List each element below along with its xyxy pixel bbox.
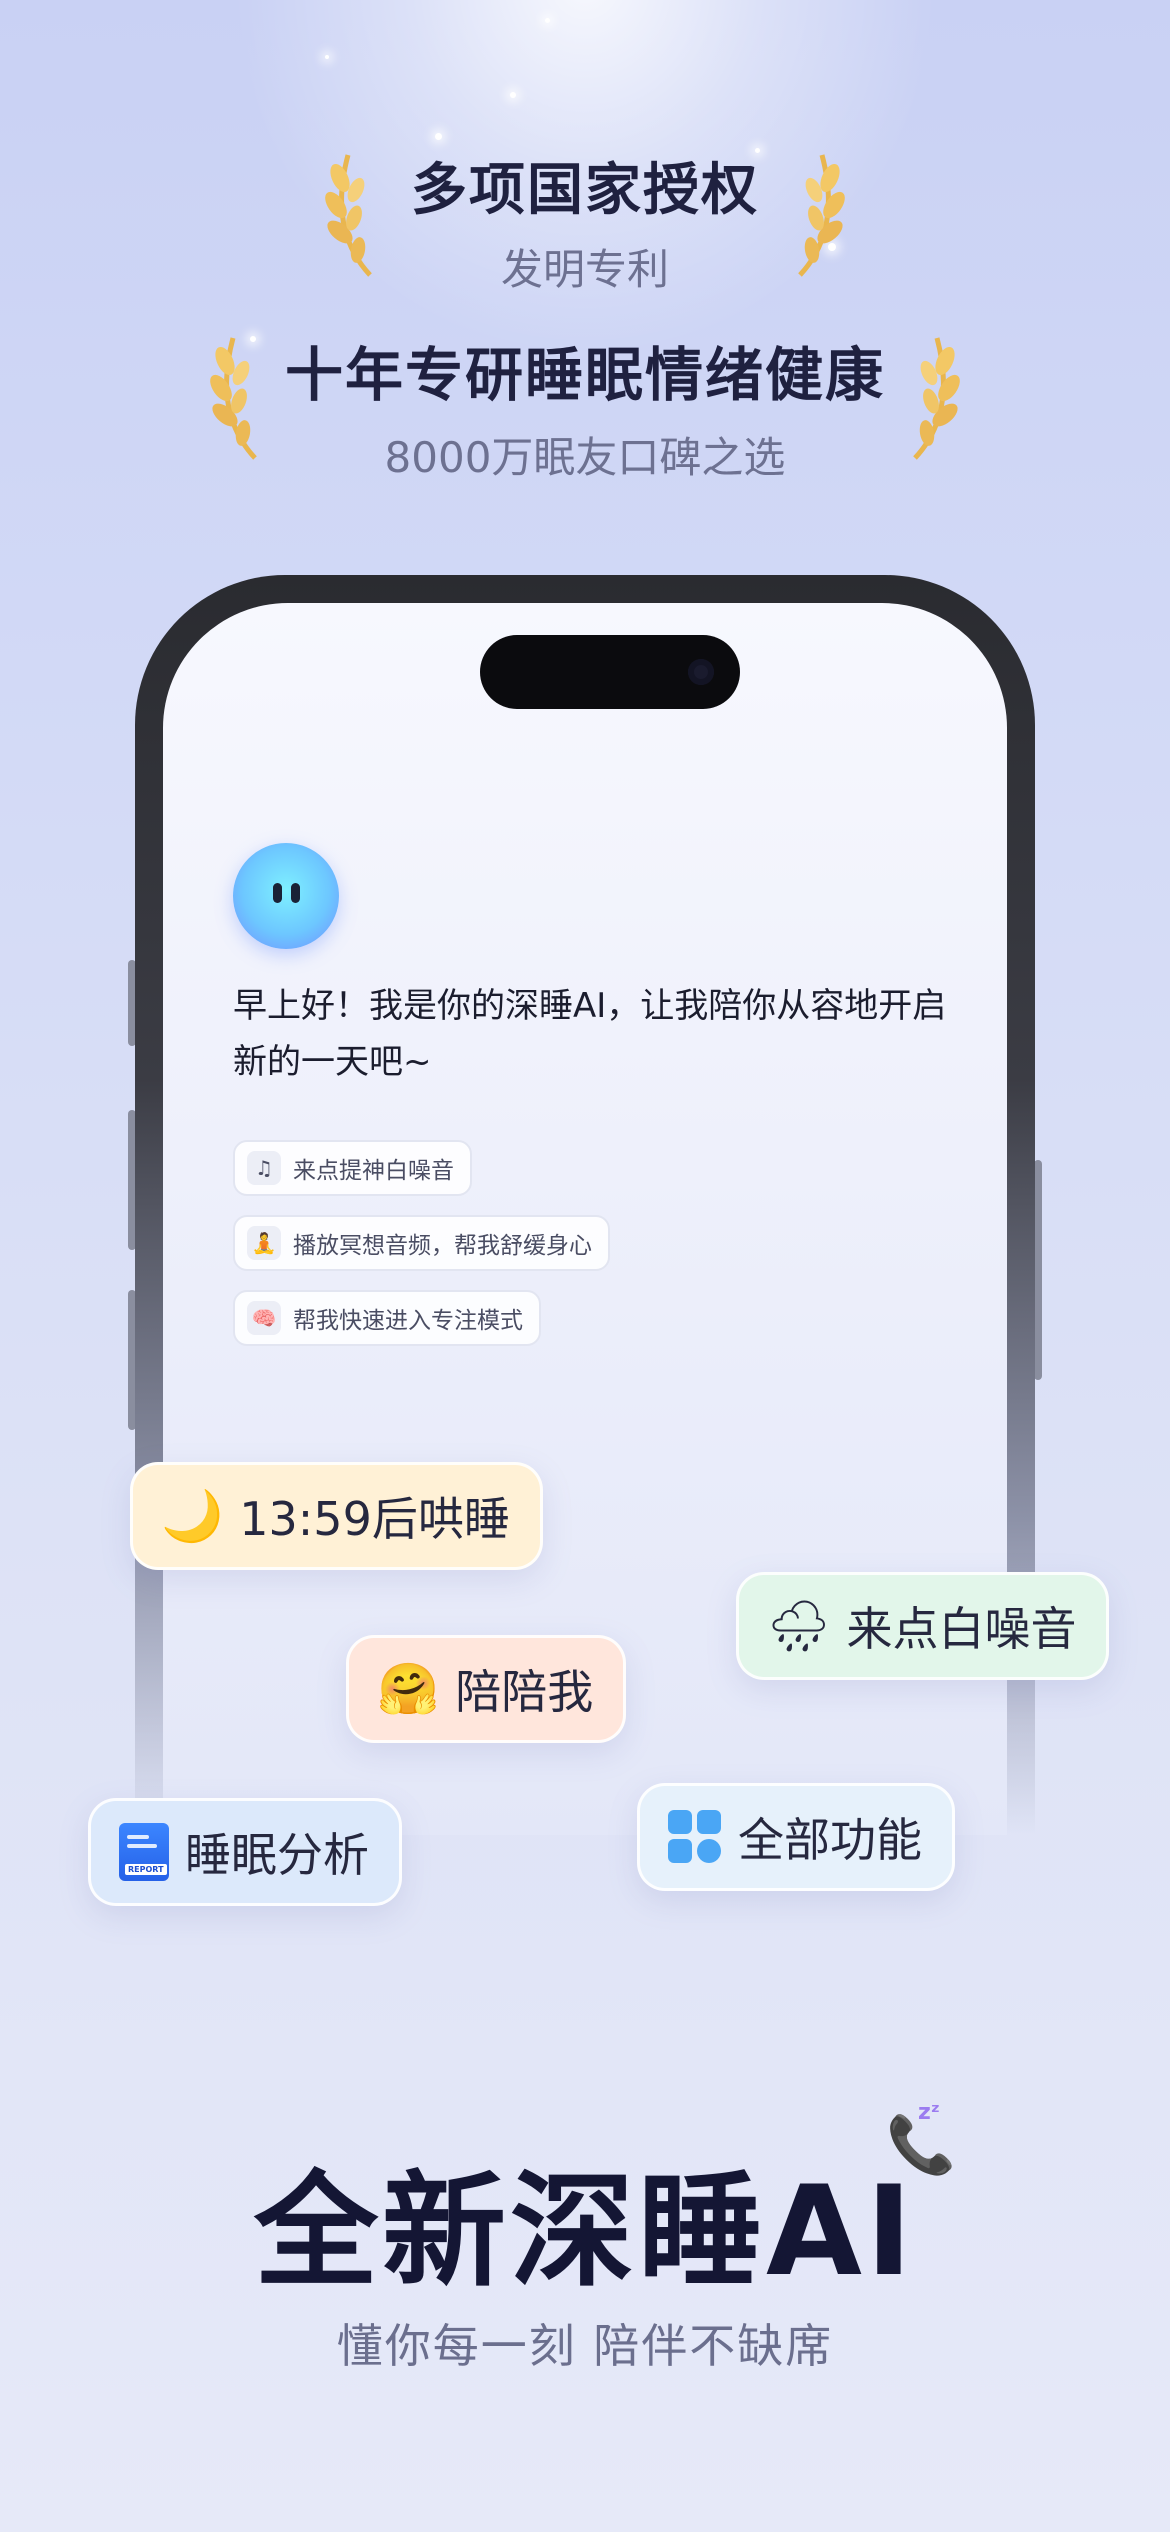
pill-label: 陪陪我 xyxy=(455,1665,594,1719)
sparkle xyxy=(325,55,329,59)
companion-pill[interactable]: 🤗 陪陪我 xyxy=(346,1635,627,1743)
sleep-analysis-pill[interactable]: REPORT 睡眠分析 xyxy=(88,1798,402,1906)
suggestion-label: 播放冥想音频，帮我舒缓身心 xyxy=(293,1233,592,1259)
white-noise-pill[interactable]: 🌧 来点白噪音 xyxy=(736,1572,1110,1680)
suggestion-chip-meditation[interactable]: 🧘 播放冥想音频，帮我舒缓身心 xyxy=(233,1215,610,1271)
avatar-eye xyxy=(291,883,300,903)
pill-label: 来点白噪音 xyxy=(846,1602,1077,1656)
all-features-pill[interactable]: 全部功能 xyxy=(637,1783,955,1891)
brain-icon: 🧠 xyxy=(247,1301,281,1335)
pill-label: 13:59后哄睡 xyxy=(239,1492,510,1546)
sleep-z-badge: zᶻ xyxy=(918,2100,940,2125)
rain-cloud-icon: 🌧 xyxy=(767,1597,831,1655)
pill-label: 睡眠分析 xyxy=(185,1828,369,1882)
report-icon: REPORT xyxy=(119,1823,169,1881)
hugging-face-icon: 🤗 xyxy=(377,1660,440,1718)
sparkle xyxy=(545,18,550,23)
award-subtitle: 8000万眠友口碑之选 xyxy=(384,433,786,482)
award-patent: 多项国家授权 发明专利 xyxy=(0,145,1170,297)
pill-label: 全部功能 xyxy=(738,1813,922,1867)
avatar-eye xyxy=(273,883,282,903)
sparkle xyxy=(435,133,442,140)
suggestion-chip-white-noise[interactable]: ♫ 来点提神白噪音 xyxy=(233,1140,472,1196)
grid-apps-icon xyxy=(668,1810,722,1864)
report-badge: REPORT xyxy=(125,1864,167,1875)
camera-icon xyxy=(688,659,714,685)
award-title: 多项国家授权 xyxy=(411,158,759,223)
sparkle xyxy=(510,92,516,98)
tagline: 懂你每一刻 陪伴不缺席 xyxy=(336,2319,834,2373)
ai-greeting-message: 早上好！我是你的深睡AI，让我陪你从容地开启新的一天吧~ xyxy=(233,986,947,1082)
suggestion-label: 帮我快速进入专注模式 xyxy=(293,1308,523,1334)
award-title: 十年专研睡眠情绪健康 xyxy=(284,341,885,409)
crescent-moon-icon: 🌙 xyxy=(161,1487,224,1545)
dynamic-island xyxy=(480,635,740,709)
suggestion-label: 来点提神白噪音 xyxy=(293,1158,454,1184)
sleep-timer-pill[interactable]: 🌙 13:59后哄睡 xyxy=(130,1462,543,1570)
headline: 全新深睡AI xyxy=(253,2160,917,2304)
meditation-icon: 🧘 xyxy=(247,1226,281,1260)
music-note-icon: ♫ xyxy=(247,1151,281,1185)
award-research: 十年专研睡眠情绪健康 8000万眠友口碑之选 xyxy=(0,328,1170,485)
ai-avatar xyxy=(233,843,339,949)
award-subtitle: 发明专利 xyxy=(500,245,669,294)
suggestion-chip-focus[interactable]: 🧠 帮我快速进入专注模式 xyxy=(233,1290,541,1346)
phone-side-button xyxy=(1034,1160,1042,1380)
